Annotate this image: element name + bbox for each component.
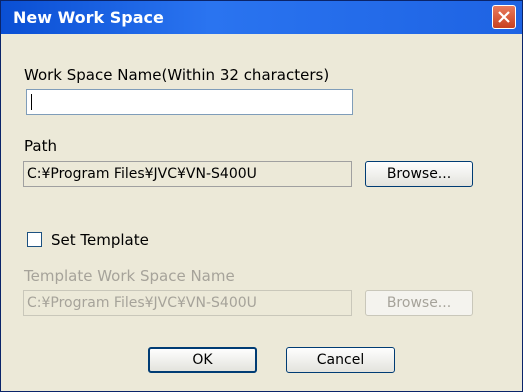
new-work-space-dialog: New Work Space Work Space Name(Within 32… xyxy=(0,0,523,392)
ok-button[interactable]: OK xyxy=(148,347,257,373)
title-bar[interactable]: New Work Space xyxy=(1,1,522,34)
path-field: C:¥Program Files¥JVC¥VN-S400U xyxy=(23,161,352,187)
path-browse-button[interactable]: Browse... xyxy=(365,161,473,187)
template-browse-button: Browse... xyxy=(365,290,473,316)
set-template-label: Set Template xyxy=(51,231,149,249)
close-x-icon xyxy=(498,11,510,23)
path-label: Path xyxy=(24,137,57,155)
template-path-field: C:¥Program Files¥JVC¥VN-S400U xyxy=(23,290,352,316)
work-space-name-input[interactable] xyxy=(26,89,353,115)
dialog-title: New Work Space xyxy=(13,8,164,27)
cancel-button[interactable]: Cancel xyxy=(286,347,395,373)
close-button[interactable] xyxy=(492,5,516,29)
set-template-checkbox[interactable] xyxy=(27,232,42,247)
template-work-space-name-label: Template Work Space Name xyxy=(24,267,235,285)
text-caret xyxy=(31,94,32,110)
work-space-name-label: Work Space Name(Within 32 characters) xyxy=(24,66,330,84)
